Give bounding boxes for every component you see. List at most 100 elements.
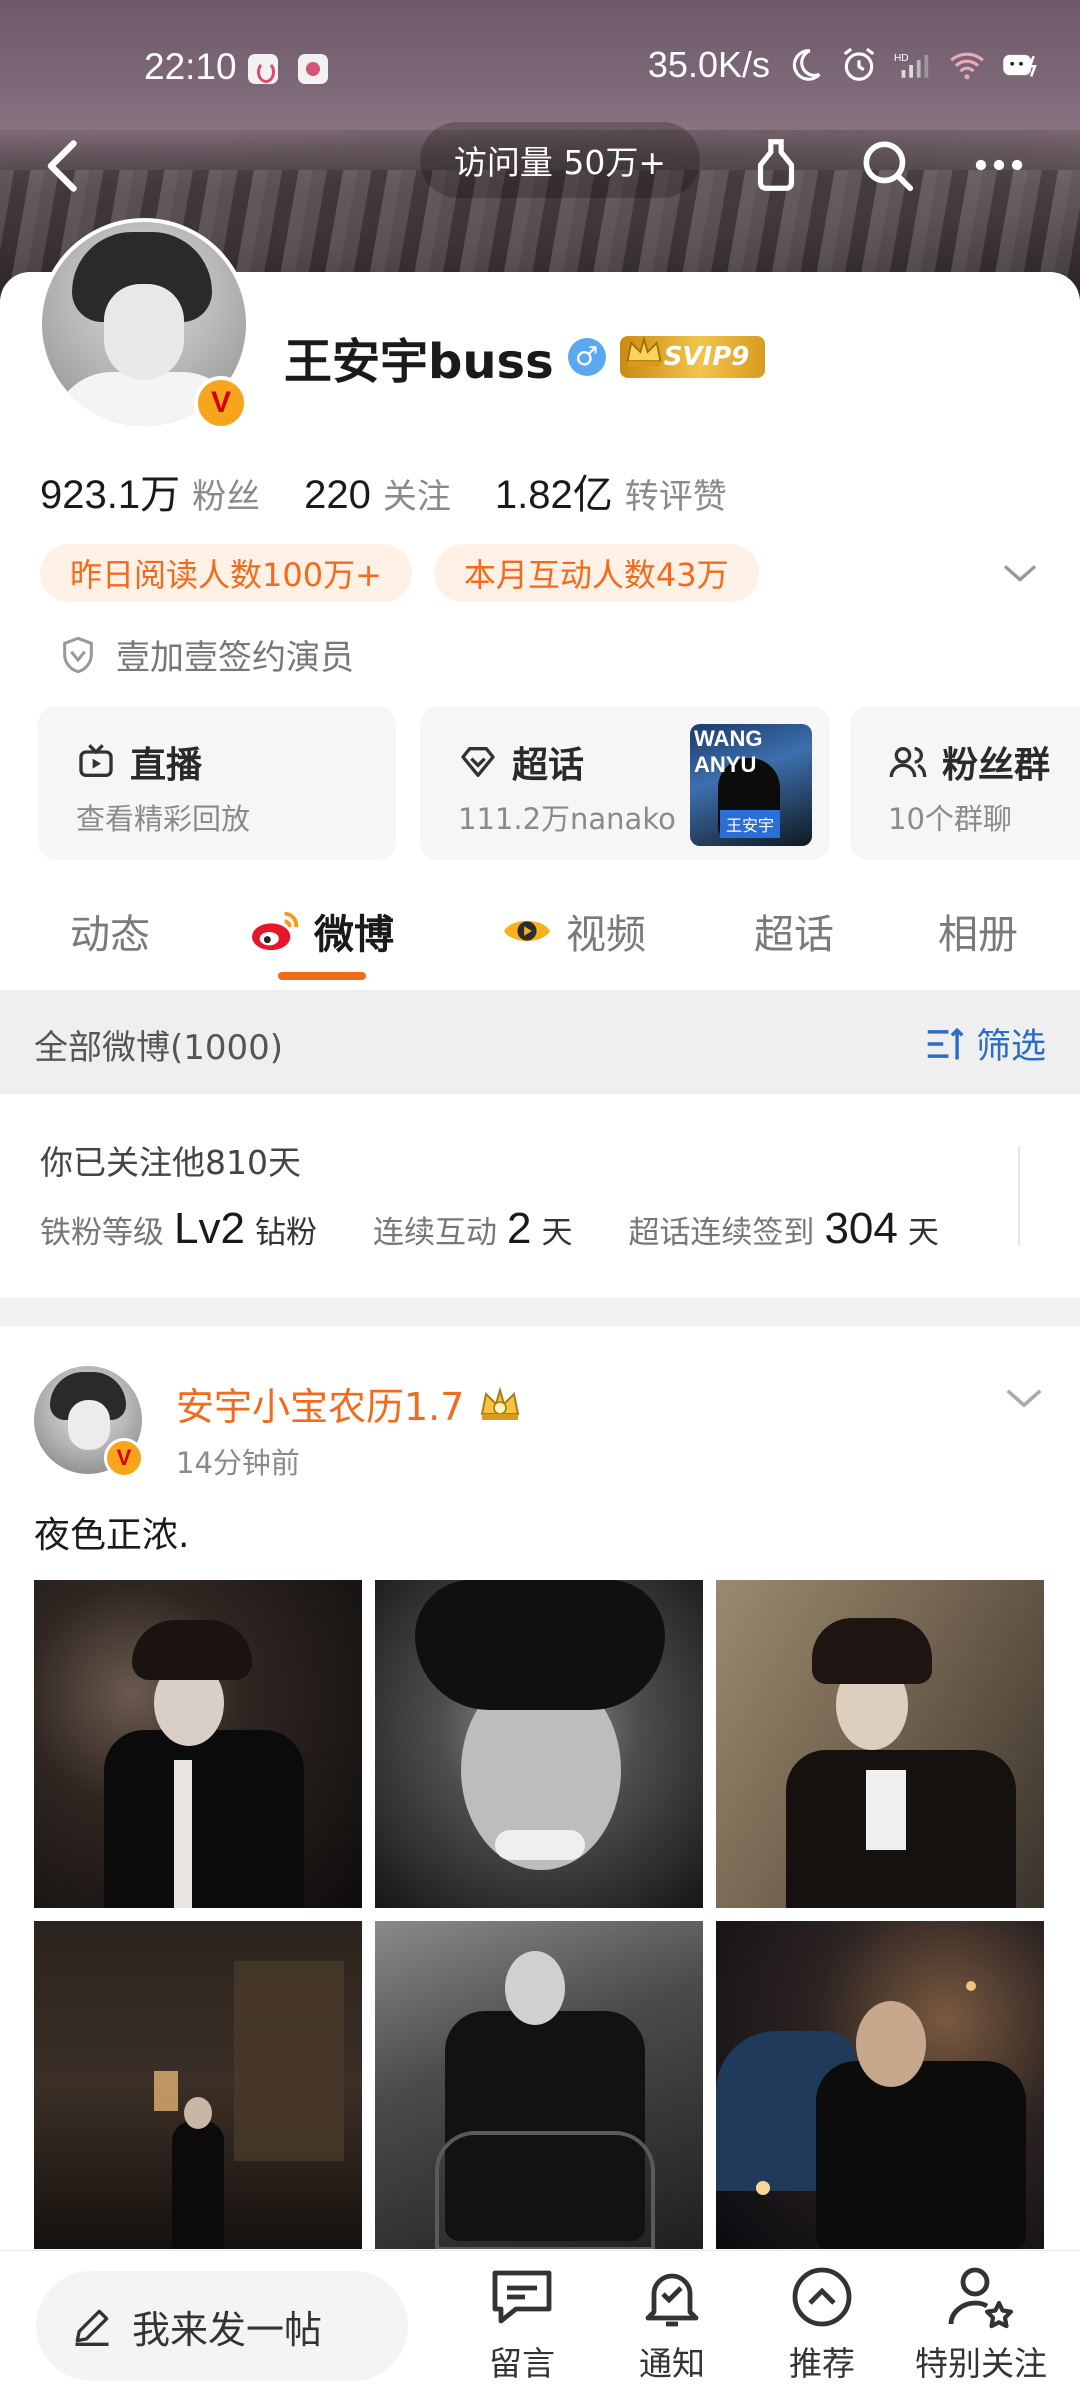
svip-badge[interactable]: SVIP9 bbox=[619, 335, 766, 378]
tab-label: 微博 bbox=[314, 912, 394, 958]
interact-value: 2 bbox=[506, 1204, 532, 1253]
tag-yesterday-reads[interactable]: 昨日阅读人数100万+ bbox=[40, 544, 412, 602]
stat-label: 转评赞 bbox=[624, 477, 727, 517]
tab-supertopic[interactable]: 超话 bbox=[754, 902, 834, 960]
profile-entries: 直播 查看精彩回放 超话 111.2万nanako WANG ANYU 王安宇 … bbox=[38, 706, 1080, 860]
compose-label: 我来发一帖 bbox=[132, 2307, 323, 2352]
bottom-action-bar: 我来发一帖 留言 通知 推荐 特别关注 bbox=[0, 2250, 1080, 2400]
message-button[interactable]: 留言 bbox=[462, 2261, 582, 2395]
svip-label: SVIP9 bbox=[663, 342, 750, 372]
user-star-icon bbox=[948, 2267, 1014, 2329]
post-image[interactable] bbox=[716, 1580, 1044, 1908]
verified-badge-icon: V bbox=[194, 376, 248, 430]
profile-tabs: 动态 微博 视频 超话 相册 bbox=[0, 890, 1080, 986]
stat-reposts[interactable]: 1.82亿 转评赞 bbox=[495, 462, 727, 520]
search-icon[interactable] bbox=[856, 134, 918, 196]
fan-stats: 铁粉等级 Lv2 钻粉 连续互动 2 天 超话连续签到 304 天 bbox=[40, 1204, 939, 1254]
tab-album[interactable]: 相册 bbox=[938, 902, 1018, 960]
video-eye-icon bbox=[504, 920, 550, 942]
username: 王安宇buss bbox=[284, 334, 554, 390]
name-row: 王安宇buss ♂ SVIP9 bbox=[284, 322, 766, 392]
stat-value: 923.1万 bbox=[40, 473, 181, 517]
moon-icon bbox=[792, 49, 821, 81]
crown-icon bbox=[626, 335, 662, 367]
entry-subtitle: 111.2万nanako bbox=[458, 802, 676, 836]
filter-icon bbox=[927, 1027, 964, 1060]
group-icon bbox=[889, 747, 927, 778]
entry-supertopic[interactable]: 超话 111.2万nanako WANG ANYU 王安宇 bbox=[420, 706, 830, 860]
stat-following[interactable]: 220 关注 bbox=[304, 469, 451, 518]
entry-subtitle: 查看精彩回放 bbox=[76, 802, 251, 836]
tab-video[interactable]: 视频 bbox=[500, 902, 646, 960]
thumbnail-name: 王安宇 bbox=[720, 810, 781, 838]
button-label: 通知 bbox=[639, 2344, 705, 2383]
profile-tags: 昨日阅读人数100万+ 本月互动人数43万 bbox=[40, 544, 759, 602]
wifi-icon bbox=[950, 52, 984, 80]
post-author-name: 安宇小宝农历1.7 bbox=[176, 1385, 465, 1429]
divider bbox=[1018, 1146, 1020, 1246]
back-icon[interactable] bbox=[36, 136, 96, 196]
alarm-icon bbox=[843, 47, 875, 81]
post-time: 14分钟前 bbox=[176, 1446, 300, 1480]
stat-label: 粉丝 bbox=[192, 477, 261, 517]
status-bar: 22:10 35.0K/s HD bbox=[0, 0, 1080, 140]
douyin-notification-icon bbox=[248, 54, 278, 84]
checkin-value: 304 bbox=[824, 1204, 898, 1253]
tab-dynamic[interactable]: 动态 bbox=[70, 902, 150, 960]
tab-weibo[interactable]: 微博 bbox=[248, 902, 394, 960]
pencil-icon bbox=[75, 2309, 109, 2346]
fan-info[interactable]: 你已关注他810天 铁粉等级 Lv2 钻粉 连续互动 2 天 超话连续签到 30… bbox=[0, 1094, 1080, 1298]
chevron-down-icon[interactable] bbox=[1002, 1380, 1046, 1416]
active-tab-indicator bbox=[278, 972, 366, 980]
post-card[interactable]: V 安宇小宝农历1.7 14分钟前 夜色正浓. bbox=[0, 1326, 1080, 2326]
entry-fan-group[interactable]: 粉丝群 10个群聊 bbox=[850, 706, 1080, 860]
post-image[interactable] bbox=[34, 1921, 362, 2249]
battery-icon bbox=[1003, 54, 1037, 77]
button-label: 推荐 bbox=[789, 2344, 855, 2383]
post-image[interactable] bbox=[716, 1921, 1044, 2249]
visits-pill[interactable]: 访问量 50万+ bbox=[420, 122, 700, 198]
post-text: 夜色正浓. bbox=[34, 1515, 190, 1556]
more-icon[interactable] bbox=[968, 134, 1030, 196]
shield-icon bbox=[63, 636, 93, 673]
filter-label: 筛选 bbox=[975, 1027, 1046, 1067]
status-time: 22:10 bbox=[144, 46, 237, 87]
sign-text: 壹加壹签约演员 bbox=[116, 638, 354, 678]
fan-level-label: 铁粉等级 bbox=[40, 1215, 164, 1251]
post-image[interactable] bbox=[375, 1580, 703, 1908]
section-divider bbox=[0, 1298, 1080, 1326]
entry-title: 粉丝群 bbox=[942, 745, 1051, 786]
entry-title: 直播 bbox=[130, 745, 203, 786]
tv-icon bbox=[79, 744, 113, 777]
post-author[interactable]: 安宇小宝农历1.7 bbox=[176, 1376, 526, 1431]
diamond-icon bbox=[461, 747, 495, 777]
filter-button[interactable]: 筛选 bbox=[924, 1018, 1046, 1069]
interact-suffix: 天 bbox=[541, 1215, 573, 1251]
entry-title: 超话 bbox=[512, 745, 585, 786]
supertopic-thumbnail: WANG ANYU 王安宇 bbox=[690, 724, 812, 846]
fan-level-suffix: 钻粉 bbox=[254, 1215, 317, 1251]
recommend-button[interactable]: 推荐 bbox=[762, 2261, 882, 2395]
interact-label: 连续互动 bbox=[372, 1215, 497, 1251]
thumbnail-text: WANG ANYU bbox=[694, 726, 763, 777]
post-image[interactable] bbox=[34, 1580, 362, 1908]
message-icon bbox=[492, 2270, 552, 2324]
stat-followers[interactable]: 923.1万 粉丝 bbox=[40, 462, 260, 520]
male-icon: ♂ bbox=[567, 338, 606, 376]
stat-value: 1.82亿 bbox=[494, 473, 613, 517]
svg-text:HD: HD bbox=[894, 53, 909, 64]
entry-live[interactable]: 直播 查看精彩回放 bbox=[38, 706, 396, 860]
checkin-label: 超话连续签到 bbox=[628, 1215, 815, 1251]
bottle-icon[interactable] bbox=[745, 134, 807, 196]
compose-button[interactable]: 我来发一帖 bbox=[36, 2271, 408, 2381]
tab-label: 动态 bbox=[70, 912, 150, 958]
hd-signal-icon: HD bbox=[894, 53, 929, 78]
notify-button[interactable]: 通知 bbox=[612, 2261, 732, 2395]
tag-month-interactions[interactable]: 本月互动人数43万 bbox=[433, 544, 759, 602]
chevron-down-icon[interactable] bbox=[1000, 556, 1040, 590]
special-follow-button[interactable]: 特别关注 bbox=[906, 2261, 1056, 2395]
stat-value: 220 bbox=[304, 473, 371, 517]
tab-label: 视频 bbox=[566, 912, 646, 958]
post-image[interactable] bbox=[375, 1921, 703, 2249]
button-label: 留言 bbox=[489, 2344, 555, 2383]
